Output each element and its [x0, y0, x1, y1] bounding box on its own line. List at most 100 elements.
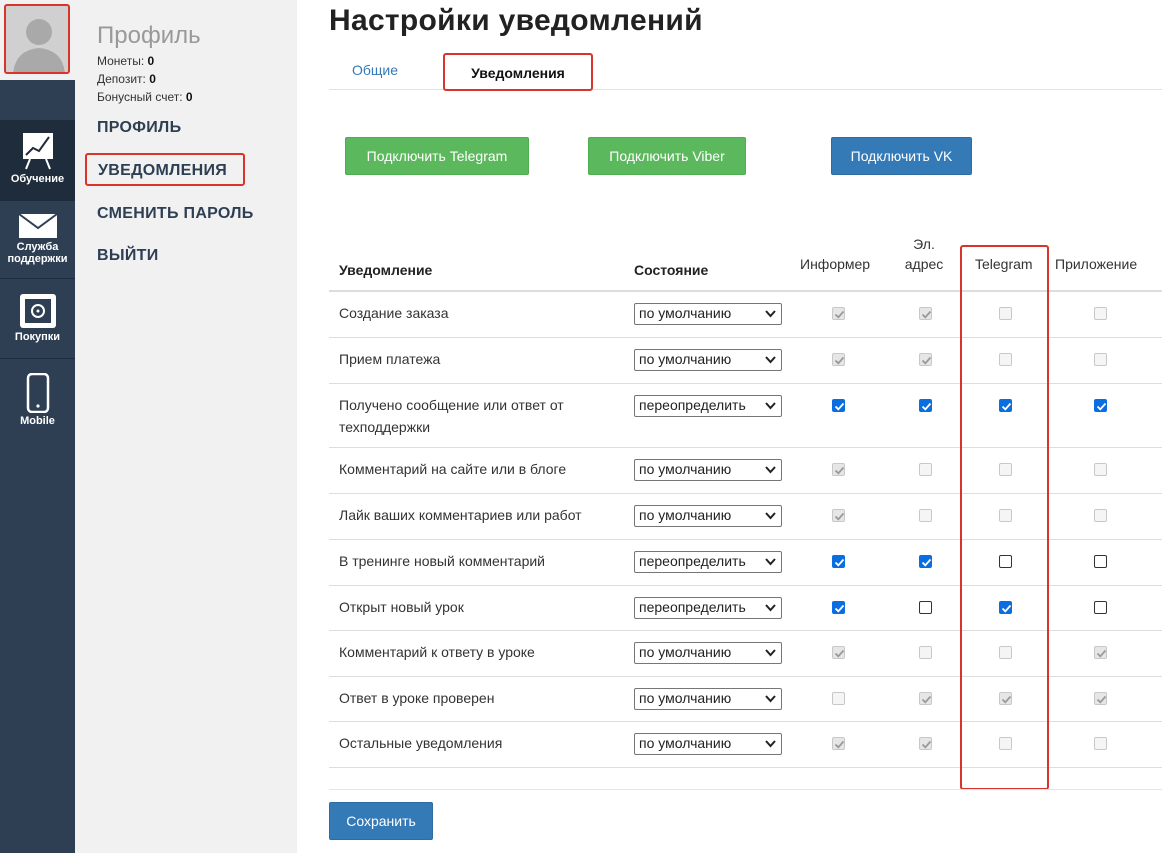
bonus-stat: Бонусный счет: 0 — [97, 90, 193, 104]
checkmark-icon — [1096, 649, 1107, 658]
informer-checkbox[interactable] — [832, 399, 845, 412]
app-checkbox — [1094, 463, 1107, 476]
chevron-down-icon — [765, 356, 776, 364]
tabs: Общие Уведомления — [329, 52, 1162, 91]
checkmark-icon — [834, 402, 845, 411]
email-checkbox — [919, 509, 932, 522]
checkmark-icon — [834, 356, 845, 365]
header-app: Приложение — [1055, 256, 1138, 272]
state-select-value: переопределить — [639, 397, 746, 413]
state-select[interactable]: по умолчанию — [634, 642, 782, 664]
email-checkbox — [919, 692, 932, 705]
checkmark-icon — [834, 512, 845, 521]
state-select-value: переопределить — [639, 599, 746, 615]
chevron-down-icon — [765, 466, 776, 474]
email-checkbox[interactable] — [919, 555, 932, 568]
header-informer: Информер — [800, 256, 871, 272]
checkmark-icon — [921, 402, 932, 411]
notification-name: Прием платежа — [339, 351, 441, 367]
app-checkbox — [1094, 646, 1107, 659]
informer-checkbox — [832, 737, 845, 750]
app-checkbox[interactable] — [1094, 399, 1107, 412]
informer-checkbox — [832, 463, 845, 476]
avatar[interactable] — [4, 4, 70, 74]
header-state: Состояние — [634, 262, 709, 278]
app-checkbox[interactable] — [1094, 601, 1107, 614]
envelope-icon — [17, 213, 58, 238]
informer-checkbox — [832, 353, 845, 366]
checkmark-icon — [921, 310, 932, 319]
state-select-value: по умолчанию — [639, 461, 732, 477]
sidebar-item-label: Обучение — [10, 173, 65, 185]
informer-checkbox[interactable] — [832, 601, 845, 614]
chevron-down-icon — [765, 558, 776, 566]
email-checkbox[interactable] — [919, 399, 932, 412]
chevron-down-icon — [765, 310, 776, 318]
icon-sidebar: Обучение Служба поддержки Покупки Mobile — [0, 0, 75, 853]
state-select[interactable]: переопределить — [634, 395, 782, 417]
tab-notifications[interactable]: Уведомления — [443, 53, 593, 91]
state-select[interactable]: переопределить — [634, 551, 782, 573]
avatar-area — [0, 0, 75, 80]
sidebar-item-support[interactable]: Служба поддержки — [0, 200, 75, 278]
notification-name: Остальные уведомления — [339, 735, 503, 751]
state-select[interactable]: по умолчанию — [634, 303, 782, 325]
sidebar-item-label: Mobile — [20, 415, 55, 427]
tab-general[interactable]: Общие — [352, 62, 398, 100]
email-checkbox — [919, 353, 932, 366]
profile-title: Профиль — [97, 22, 201, 49]
app-checkbox — [1094, 737, 1107, 750]
informer-checkbox[interactable] — [832, 555, 845, 568]
chevron-down-icon — [765, 402, 776, 410]
connect-vk-button[interactable]: Подключить VK — [831, 137, 972, 175]
state-select[interactable]: по умолчанию — [634, 733, 782, 755]
email-checkbox — [919, 463, 932, 476]
checkmark-icon — [834, 604, 845, 613]
checkmark-icon — [921, 695, 932, 704]
header-notification: Уведомление — [339, 262, 433, 278]
informer-checkbox — [832, 692, 845, 705]
connect-viber-button[interactable]: Подключить Viber — [588, 137, 746, 175]
sidebar-item-learning[interactable]: Обучение — [0, 120, 75, 200]
sidebar-item-mobile[interactable]: Mobile — [0, 358, 75, 438]
checkmark-icon — [834, 740, 845, 749]
save-button[interactable]: Сохранить — [329, 802, 433, 840]
telegram-column-highlight — [960, 245, 1049, 790]
menu-item-change-password[interactable]: СМЕНИТЬ ПАРОЛЬ — [97, 205, 254, 223]
menu-item-logout[interactable]: ВЫЙТИ — [97, 247, 159, 265]
checkmark-icon — [921, 356, 932, 365]
state-select[interactable]: по умолчанию — [634, 688, 782, 710]
notification-name: Открыт новый урок — [339, 599, 464, 615]
page-title: Настройки уведомлений — [329, 4, 703, 37]
coins-stat: Монеты: 0 — [97, 54, 155, 68]
notification-name: Создание заказа — [339, 305, 449, 321]
checkmark-icon — [1096, 695, 1107, 704]
email-checkbox[interactable] — [919, 601, 932, 614]
state-select[interactable]: переопределить — [634, 597, 782, 619]
state-select[interactable]: по умолчанию — [634, 459, 782, 481]
user-silhouette-icon — [13, 19, 65, 72]
app-checkbox[interactable] — [1094, 555, 1107, 568]
state-select[interactable]: по умолчанию — [634, 349, 782, 371]
email-checkbox — [919, 307, 932, 320]
state-select-value: по умолчанию — [639, 644, 732, 660]
sidebar-item-label: Служба поддержки — [7, 241, 68, 265]
menu-item-notifications[interactable]: УВЕДОМЛЕНИЯ — [85, 153, 245, 186]
informer-checkbox — [832, 646, 845, 659]
checkmark-icon — [1096, 402, 1107, 411]
chevron-down-icon — [765, 604, 776, 612]
notification-name: В тренинге новый комментарий — [339, 553, 546, 569]
checkmark-icon — [921, 740, 932, 749]
state-select-value: по умолчанию — [639, 690, 732, 706]
checkmark-icon — [834, 649, 845, 658]
connect-telegram-button[interactable]: Подключить Telegram — [345, 137, 529, 175]
sidebar-item-purchases[interactable]: Покупки — [0, 278, 75, 358]
chevron-down-icon — [765, 740, 776, 748]
state-select[interactable]: по умолчанию — [634, 505, 782, 527]
menu-item-profile[interactable]: ПРОФИЛЬ — [97, 119, 181, 137]
deposit-stat: Депозит: 0 — [97, 72, 156, 86]
state-select-value: по умолчанию — [639, 735, 732, 751]
notification-name: Комментарий к ответу в уроке — [339, 644, 535, 660]
app-checkbox — [1094, 353, 1107, 366]
app-checkbox — [1094, 692, 1107, 705]
